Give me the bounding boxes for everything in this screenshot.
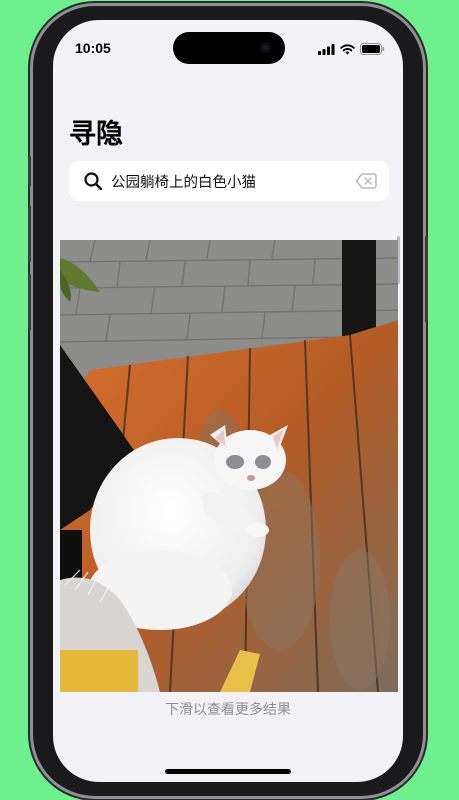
result-photo[interactable] [60, 240, 398, 692]
home-indicator[interactable] [165, 769, 291, 774]
cellular-signal-icon [318, 43, 335, 55]
search-input[interactable] [111, 173, 349, 189]
clear-text-icon[interactable] [355, 172, 377, 190]
status-time: 10:05 [75, 40, 111, 56]
battery-icon [360, 43, 385, 55]
status-icons [318, 43, 385, 55]
search-bar[interactable] [69, 161, 389, 201]
wifi-icon [340, 43, 355, 54]
volume-down-button [28, 274, 31, 330]
volume-up-button [28, 206, 31, 262]
action-button [28, 156, 31, 186]
phone-frame: 10:05 寻隐 公园躺椅上的白色小猫 下滑以查看更多结果 [28, 6, 428, 796]
dynamic-island [173, 32, 285, 64]
scroll-indicator[interactable] [397, 236, 400, 284]
power-button [425, 236, 428, 322]
scroll-hint-text: 下滑以查看更多结果 [165, 702, 291, 718]
phone-screen: 10:05 寻隐 公园躺椅上的白色小猫 下滑以查看更多结果 [53, 20, 403, 782]
cat-on-bench-image [60, 240, 398, 692]
front-camera-icon [260, 42, 271, 53]
page-title: 寻隐 [69, 119, 123, 150]
search-icon [83, 171, 103, 191]
